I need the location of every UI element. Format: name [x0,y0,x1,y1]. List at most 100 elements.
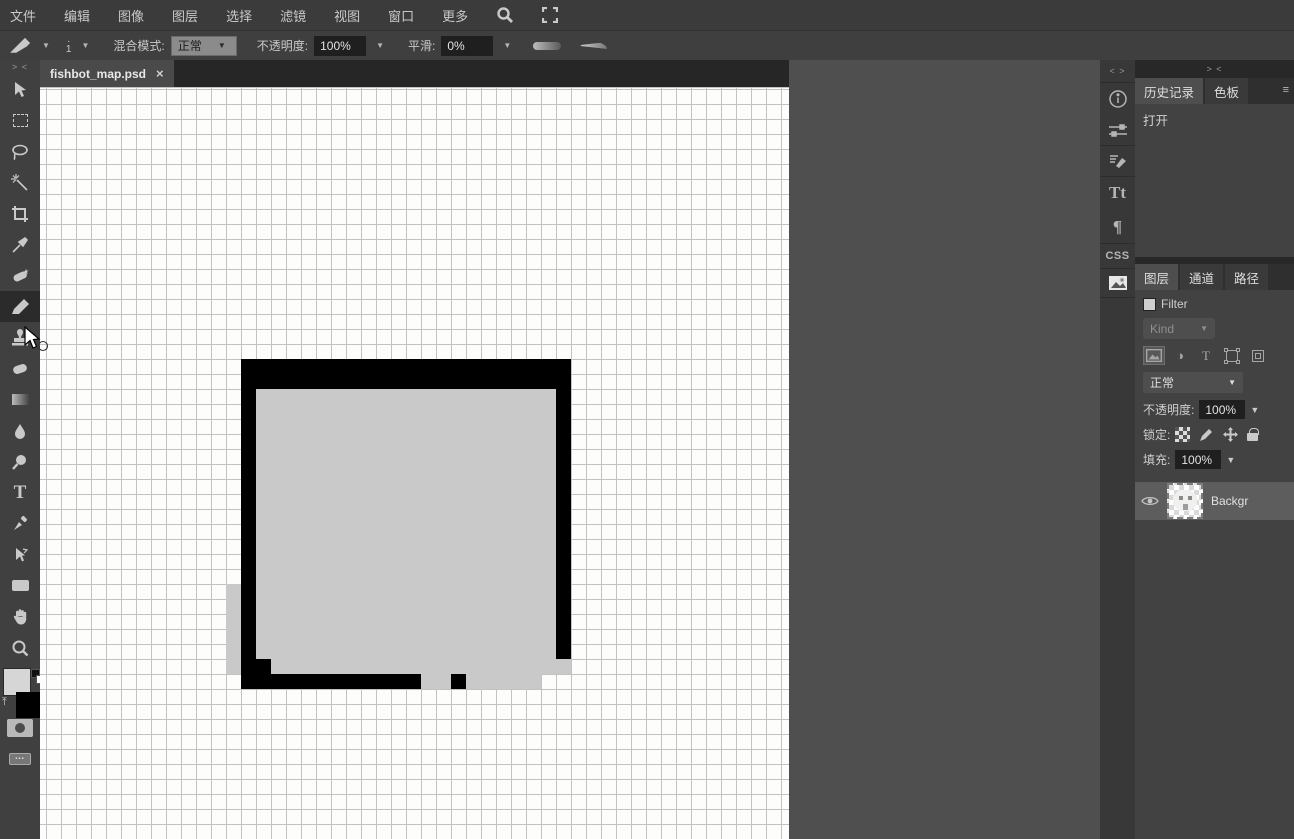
menu-filter[interactable]: 滤镜 [280,6,306,25]
document-canvas[interactable] [40,87,789,839]
menu-layer[interactable]: 图层 [172,6,198,25]
eraser-tool[interactable] [0,353,40,384]
swap-colors-icon[interactable]: ⤒ [2,696,7,709]
pencil-tool[interactable] [0,291,40,322]
brush-preset-icon[interactable] [8,36,32,56]
smoothing-label: 平滑: [408,37,435,54]
tab-swatches[interactable]: 色板 [1205,78,1248,104]
background-color-swatch[interactable] [16,692,42,718]
info-icon[interactable] [1108,89,1128,109]
shape-tool[interactable] [0,570,40,601]
search-icon[interactable] [496,6,514,24]
filter-smart-objects-icon[interactable] [1221,346,1243,365]
toolbar-collapse-icon[interactable]: > < [12,60,28,74]
opacity-arrow[interactable]: ▼ [372,41,388,50]
smoothing-arrow[interactable]: ▼ [499,41,515,50]
strip-collapse-icon[interactable]: < > [1109,64,1125,78]
filter-label: Filter [1161,297,1188,311]
zoom-tool[interactable] [0,632,40,663]
menu-file[interactable]: 文件 [10,6,36,25]
opacity-input[interactable]: 100% [314,36,366,56]
tab-history[interactable]: 历史记录 [1135,78,1203,104]
lock-all-icon[interactable] [1247,433,1258,441]
hand-tool[interactable] [0,601,40,632]
menu-more[interactable]: 更多 [442,6,468,25]
layer-opacity-input[interactable]: 100% [1199,400,1245,419]
adjustments-sliders-icon[interactable] [1108,123,1128,139]
keyboard-shortcuts-icon[interactable]: ▪▪▪ [0,743,40,774]
tool-options-bar: ▼ · 1 ▼ 混合模式: 正常 ▼ 不透明度: 100% ▼ 平滑: 0% ▼ [0,30,1294,60]
filter-text-layers-icon[interactable]: T [1195,346,1217,365]
tab-paths[interactable]: 路径 [1225,264,1268,290]
text-tool[interactable]: T [0,477,40,508]
layer-fill-input[interactable]: 100% [1175,450,1221,469]
stroke-dynamics-icon[interactable] [533,42,561,50]
layer-opacity-arrow[interactable]: ▼ [1250,405,1259,415]
layer-fill-arrow[interactable]: ▼ [1226,455,1235,465]
character-panel-icon[interactable]: Tt [1109,183,1126,203]
right-panel: > < 历史记录 色板 ≡ 打开 图层 通道 路径 Filter Kind ▼ [1135,60,1294,839]
fullscreen-icon[interactable] [542,7,558,23]
paragraph-panel-icon[interactable]: ¶ [1113,217,1122,237]
lock-transparency-icon[interactable] [1175,427,1190,442]
layer-row-background[interactable]: Backgr [1135,482,1294,520]
menu-window[interactable]: 窗口 [388,6,414,25]
panel-menu-icon[interactable]: ≡ [1283,84,1289,96]
layer-blend-mode-select[interactable]: 正常 ▼ [1143,372,1243,393]
filter-checkbox[interactable] [1143,298,1156,311]
tab-layers[interactable]: 图层 [1135,264,1178,290]
brush-preset-arrow[interactable]: ▼ [38,41,54,50]
layer-name: Backgr [1211,494,1248,508]
close-tab-icon[interactable]: × [156,66,164,81]
filter-adjustment-layers-icon[interactable]: ◑ [1169,346,1191,365]
layer-thumbnail[interactable] [1167,483,1203,519]
menu-image[interactable]: 图像 [118,6,144,25]
left-toolbar: > < [0,60,40,839]
healing-brush-tool[interactable] [0,260,40,291]
filter-pixel-layers-icon[interactable] [1143,346,1165,365]
brush-size-arrow[interactable]: ▼ [77,41,93,50]
path-select-tool[interactable] [0,539,40,570]
move-tool[interactable] [0,74,40,105]
crop-tool[interactable] [0,198,40,229]
brush-tip-preview[interactable]: · 1 [66,38,72,54]
image-panel-icon[interactable] [1108,275,1128,291]
menu-bar: 文件 编辑 图像 图层 选择 滤镜 视图 窗口 更多 [0,0,1294,30]
filter-groups-icon[interactable] [1247,346,1269,365]
chevron-down-icon: ▼ [1228,378,1236,387]
pen-tool[interactable] [0,508,40,539]
document-tab[interactable]: fishbot_map.psd × [40,60,174,87]
stroke-taper-icon[interactable] [579,42,607,49]
layer-visibility-eye-icon[interactable] [1141,495,1159,507]
menu-edit[interactable]: 编辑 [64,6,90,25]
blend-mode-label: 混合模式: [113,37,164,54]
dodge-tool[interactable] [0,446,40,477]
magic-wand-tool[interactable] [0,167,40,198]
brush-size-value: 1 [66,46,72,54]
menu-select[interactable]: 选择 [226,6,252,25]
lasso-tool[interactable] [0,136,40,167]
menu-view[interactable]: 视图 [334,6,360,25]
eyedropper-tool[interactable] [0,229,40,260]
layer-filter-icons: ◑ T [1143,346,1286,365]
marquee-select-tool[interactable] [0,105,40,136]
layer-opacity-label: 不透明度: [1143,401,1194,418]
clone-stamp-tool[interactable] [0,322,40,353]
panel-collapse-icon[interactable]: > < [1135,60,1294,78]
fill-label: 填充: [1143,451,1170,468]
brush-settings-icon[interactable] [1108,152,1128,170]
blend-mode-select[interactable]: 正常 ▼ [171,36,237,56]
chevron-down-icon: ▼ [1200,324,1208,333]
lock-position-icon[interactable] [1222,426,1239,443]
lock-label: 锁定: [1143,426,1170,443]
right-icon-strip: < > Tt ¶ CSS [1100,60,1135,839]
kind-dropdown[interactable]: Kind ▼ [1143,318,1215,339]
lock-pixels-icon[interactable] [1198,427,1214,443]
history-entry-open[interactable]: 打开 [1143,110,1286,129]
tab-channels[interactable]: 通道 [1180,264,1223,290]
color-swatches[interactable]: ⤒ [0,666,40,712]
css-panel-icon[interactable]: CSS [1105,250,1129,262]
smoothing-input[interactable]: 0% [441,36,493,56]
gradient-tool[interactable] [0,384,40,415]
blur-tool[interactable] [0,415,40,446]
